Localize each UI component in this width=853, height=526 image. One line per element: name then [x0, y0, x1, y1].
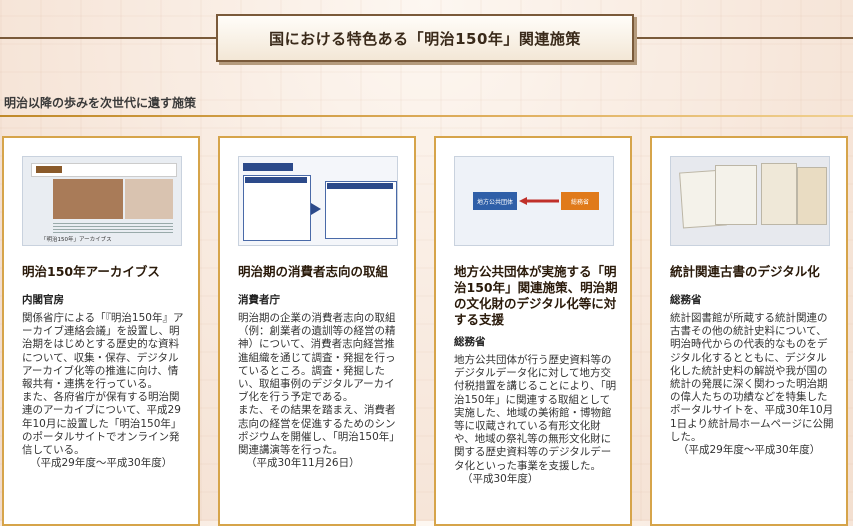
card-description: 統計図書館が所蔵する統計関連の古書その他の統計史料について、明治時代からの代表的… [670, 312, 834, 457]
card-title[interactable]: 明治150年アーカイブス [22, 264, 192, 280]
card-description: 明治期の企業の消費者志向の取組（例：創業者の遺訓等の経営の精神）について、消費者… [238, 312, 402, 470]
diagram-thumbnail[interactable] [238, 156, 398, 246]
period-label: （平成30年度） [462, 472, 539, 485]
local-govt-box: 地方公共団体 [473, 192, 517, 210]
document-image-4 [797, 167, 827, 225]
agency-label: 総務省 [454, 336, 486, 348]
page-title: 国における特色ある「明治150年」関連施策 [216, 14, 634, 62]
diagram-arrow [311, 203, 321, 215]
diagram-right-panel [325, 181, 397, 239]
card-consumer-orientation[interactable]: 明治期の消費者志向の取組 消費者庁 明治期の企業の消費者志向の取組（例：創業者の… [218, 136, 416, 526]
arrow-left-icon [519, 197, 559, 205]
agency-label: 消費者庁 [238, 294, 280, 306]
card-meiji-archives[interactable]: 「明治150年」アーカイブス 明治150年アーカイブス 内閣官房 関係省庁による… [2, 136, 200, 526]
card-local-govt-support[interactable]: 地方公共団体 総務省 地方公共団体が実施する「明治150年」関連施策、明治期の文… [434, 136, 632, 526]
section-divider [0, 115, 853, 117]
card-title[interactable]: 明治期の消費者志向の取組 [238, 264, 408, 280]
agency-label: 内閣官房 [22, 294, 64, 306]
archive-site-thumbnail[interactable]: 「明治150年」アーカイブス [22, 156, 182, 246]
card-description: 地方公共団体が行う歴史資料等のデジタルデータ化に対して地方交付税措置を講じること… [454, 354, 617, 485]
document-image-3 [761, 163, 797, 225]
period-label: （平成30年11月26日） [246, 457, 360, 470]
support-diagram-thumbnail[interactable]: 地方公共団体 総務省 [454, 156, 614, 246]
site-main-image [53, 179, 123, 219]
card-title[interactable]: 統計関連古書のデジタル化 [670, 264, 840, 280]
period-label: （平成29年度～平成30年度） [30, 457, 173, 470]
agency-label: 総務省 [670, 294, 702, 306]
site-header [31, 163, 177, 177]
diagram-left-panel [243, 175, 311, 241]
period-label: （平成29年度～平成30年度） [678, 444, 821, 457]
site-side-image [125, 179, 173, 219]
site-text-lines [53, 221, 173, 233]
card-statistics-books[interactable]: 統計関連古書のデジタル化 総務省 統計図書館が所蔵する統計関連の古書その他の統計… [650, 136, 848, 526]
card-title[interactable]: 地方公共団体が実施する「明治150年」関連施策、明治期の文化財のデジタル化等に対… [454, 264, 624, 328]
old-documents-thumbnail[interactable] [670, 156, 830, 246]
thumbnail-caption: 「明治150年」アーカイブス [41, 237, 112, 243]
ministry-box: 総務省 [561, 192, 599, 210]
section-heading: 明治以降の歩みを次世代に遺す施策 [4, 96, 197, 110]
document-image-2 [715, 165, 757, 225]
card-description: 関係省庁による「『明治150年』アーカイブ連絡会議」を設置し、明治期をはじめとす… [22, 312, 186, 470]
